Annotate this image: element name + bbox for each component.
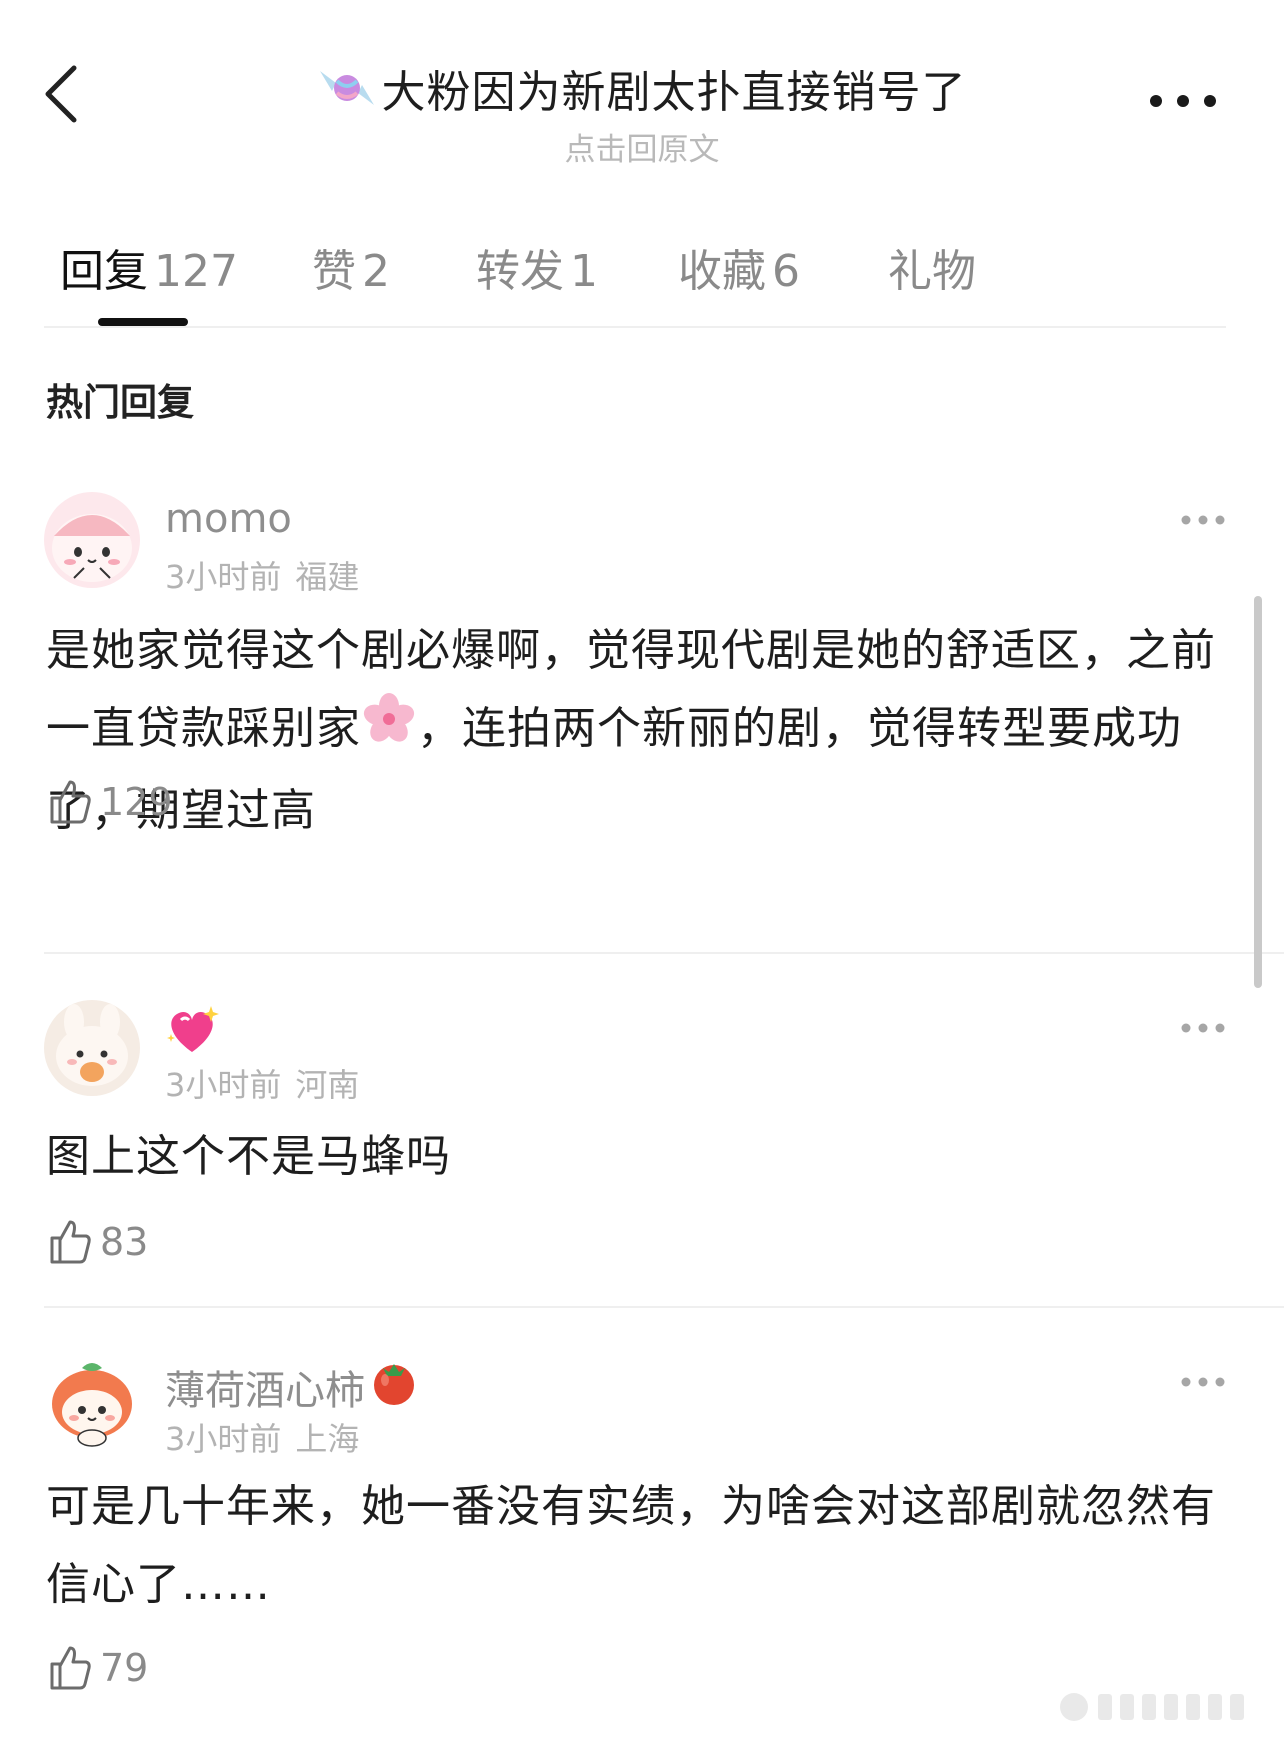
thumbs-up-icon (50, 780, 91, 824)
like-count: 79 (100, 1646, 149, 1690)
tab-divider (44, 326, 1226, 328)
tab-replies[interactable]: 回复 127 (60, 235, 238, 299)
tab-label: 回复 (60, 246, 148, 297)
comment-item: momo 3小时前 福建 是她家觉得这个剧必爆啊，觉得现代剧是她的舒适区，之前一直… (0, 492, 1284, 952)
tab-count: 127 (154, 246, 238, 297)
timestamp: 3小时前 (165, 558, 282, 596)
tab-reposts[interactable]: 转发 1 (476, 235, 598, 299)
location: 福建 (295, 558, 360, 596)
comment-more-button[interactable] (1180, 1374, 1226, 1388)
comment-meta: 3小时前 河南 (165, 1060, 359, 1106)
more-dots-icon (1150, 95, 1216, 107)
active-tab-indicator (98, 318, 188, 326)
comment-more-button[interactable] (1180, 512, 1226, 526)
timestamp: 3小时前 (165, 1066, 282, 1104)
avatar[interactable] (44, 1354, 140, 1450)
timestamp: 3小时前 (165, 1420, 282, 1458)
page-title: 大粉因为新剧太扑直接销号了 (381, 67, 967, 118)
comment-body: 图上这个不是马蜂吗 (46, 1131, 451, 1182)
username[interactable]: 薄荷酒心柿 (165, 1358, 419, 1416)
username-text: momo (165, 496, 292, 542)
username[interactable] (165, 1004, 219, 1066)
avatar[interactable] (44, 492, 140, 588)
comment-body: 是她家觉得这个剧必爆啊，觉得现代剧是她的舒适区，之前一直贷款踩别家 ，连拍两个新… (46, 612, 1236, 850)
top-bar: 大粉因为新剧太扑直接销号了 点击回原文 (0, 0, 1284, 170)
more-dots-icon (1181, 1377, 1225, 1387)
comment-body: 可是几十年来，她一番没有实绩，为啥会对这部剧就忽然有信心了…… (46, 1481, 1216, 1610)
thumbs-up-icon (50, 1646, 91, 1690)
comment-item: 薄荷酒心柿 3小时前 上海 可是几十年来，她一番没有实绩，为啥会对这部剧就忽然有信… (0, 1354, 1284, 1734)
watermark-logo (1054, 1688, 1264, 1726)
more-options-button[interactable] (1148, 86, 1218, 116)
title-block: 大粉因为新剧太扑直接销号了 点击回原文 (0, 56, 1284, 169)
username[interactable]: momo (165, 496, 292, 542)
username-text: 薄荷酒心柿 (165, 1368, 365, 1414)
more-dots-icon (1181, 515, 1225, 525)
candy-icon (318, 63, 376, 113)
scrollbar[interactable] (1254, 596, 1262, 988)
more-dots-icon (1181, 1023, 1225, 1033)
like-count: 83 (100, 1220, 149, 1264)
like-button[interactable]: 79 (46, 1644, 148, 1692)
like-button[interactable]: 129 (46, 778, 173, 826)
location: 河南 (295, 1066, 360, 1104)
comment-divider (44, 952, 1284, 954)
view-original-link[interactable]: 点击回原文 (0, 124, 1284, 169)
sparkling-heart-icon (165, 1004, 219, 1066)
section-title: 热门回复 (46, 381, 194, 424)
pink-mochi-avatar (44, 492, 140, 588)
tab-label: 赞 (312, 246, 356, 297)
tab-label: 礼物 (888, 246, 976, 297)
comment-divider (44, 1306, 1284, 1308)
persimmon-avatar (44, 1354, 140, 1450)
tab-label: 收藏 (678, 246, 766, 297)
comment-meta: 3小时前 福建 (165, 552, 359, 598)
like-button[interactable]: 83 (46, 1218, 148, 1266)
tomato-icon (369, 1358, 419, 1416)
tab-count: 2 (362, 246, 390, 297)
bunny-avatar (44, 1000, 140, 1096)
tab-likes[interactable]: 赞2 (312, 235, 390, 299)
tab-favorites[interactable]: 收藏 6 (678, 235, 800, 299)
tab-count: 6 (772, 246, 800, 297)
thumbs-up-icon (50, 1220, 91, 1264)
tab-gifts[interactable]: 礼物 (888, 235, 976, 299)
cherry-blossom-icon (361, 691, 417, 772)
like-count: 129 (100, 780, 173, 824)
tab-label: 转发 (476, 246, 564, 297)
comment-meta: 3小时前 上海 (165, 1414, 359, 1460)
tab-count: 1 (570, 246, 598, 297)
avatar[interactable] (44, 1000, 140, 1096)
comment-more-button[interactable] (1180, 1020, 1226, 1034)
location: 上海 (295, 1420, 360, 1458)
comment-item: 3小时前 河南 图上这个不是马蜂吗 83 (0, 1000, 1284, 1300)
